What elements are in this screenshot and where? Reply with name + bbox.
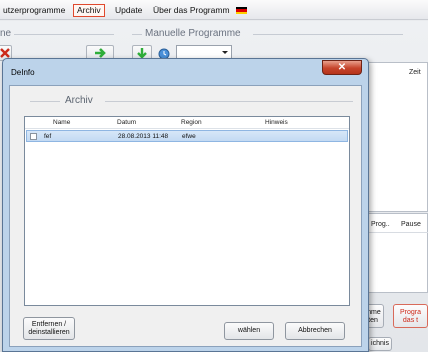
column-header-name[interactable]: Name [53, 119, 70, 126]
choose-button[interactable]: wählen [224, 322, 274, 340]
dialog-title: DeInfo [11, 68, 35, 77]
manual-programs-title: Manuelle Programme [145, 28, 241, 39]
menu-update[interactable]: Update [112, 4, 145, 17]
archive-dialog: DeInfo ✕ Archiv Name Datum Region Hinwei… [2, 58, 369, 352]
right-program-list[interactable]: Zeit [366, 62, 428, 212]
menu-archiv[interactable]: Archiv [73, 4, 105, 17]
close-icon: ✕ [337, 62, 347, 73]
remove-uninstall-button[interactable]: Entfernen / deinstallieren [23, 317, 75, 340]
dialog-content: Archiv Name Datum Region Hinweis fef 28.… [9, 85, 362, 347]
language-flag-icon[interactable] [236, 7, 247, 14]
side-button-2[interactable]: Progra das t [393, 304, 428, 328]
table-row[interactable]: fef 28.08.2013 11:48 efwe [26, 130, 348, 142]
menu-nutzerprogramme[interactable]: utzerprogramme [0, 4, 68, 17]
column-header-date[interactable]: Datum [117, 119, 136, 126]
archive-list[interactable]: Name Datum Region Hinweis fef 28.08.2013… [24, 116, 350, 306]
bottom-button[interactable]: ichnis [368, 337, 392, 351]
close-button[interactable]: ✕ [322, 60, 362, 75]
menu-about[interactable]: Über das Programm [150, 4, 233, 17]
cancel-button[interactable]: Abbrechen [285, 322, 345, 340]
archive-list-header: Name Datum Region Hinweis [25, 117, 349, 129]
archive-group-title: Archiv [65, 95, 93, 106]
time-column-header: Zeit [409, 69, 421, 76]
menu-bar: utzerprogramme Archiv Update Über das Pr… [0, 0, 428, 20]
row-region: efwe [182, 133, 196, 140]
row-date: 28.08.2013 11:48 [118, 133, 169, 140]
pause-column-header: Pause [401, 221, 421, 228]
column-header-note[interactable]: Hinweis [265, 119, 288, 126]
row-checkbox[interactable] [30, 133, 37, 140]
row-name: fef [44, 133, 52, 140]
prog-column-header: Prog.. [371, 221, 390, 228]
right-detail-table[interactable]: Prog.. Pause [366, 213, 428, 293]
left-group-title: ne [0, 28, 12, 39]
column-header-region[interactable]: Region [181, 119, 202, 126]
